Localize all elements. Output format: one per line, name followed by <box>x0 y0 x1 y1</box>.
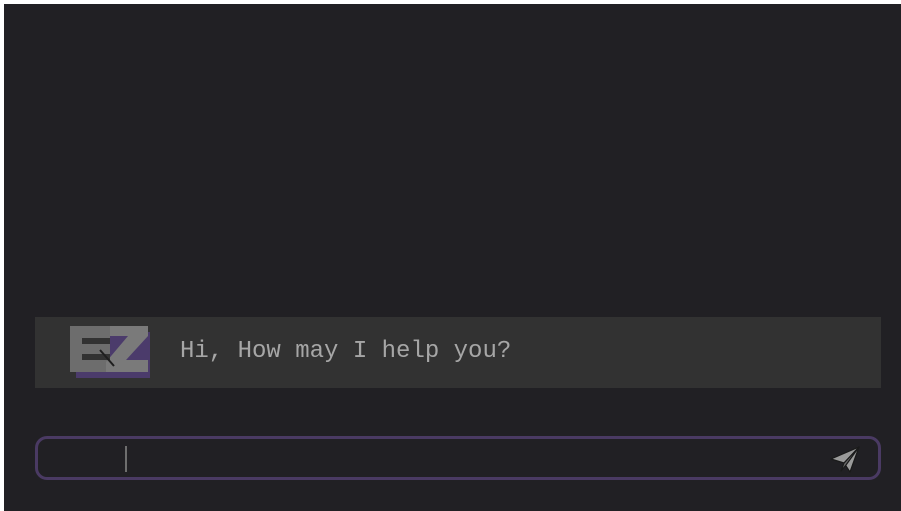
text-caret <box>125 446 127 472</box>
message-text: Hi, How may I help you? <box>180 338 512 365</box>
chat-input-bar <box>35 436 881 480</box>
send-button[interactable] <box>830 445 860 473</box>
bot-message: Hi, How may I help you? <box>35 317 881 388</box>
chat-input[interactable] <box>118 443 798 473</box>
chat-window: Hi, How may I help you? <box>4 4 901 511</box>
paper-plane-icon <box>830 446 860 473</box>
ez-logo-icon <box>70 326 150 378</box>
